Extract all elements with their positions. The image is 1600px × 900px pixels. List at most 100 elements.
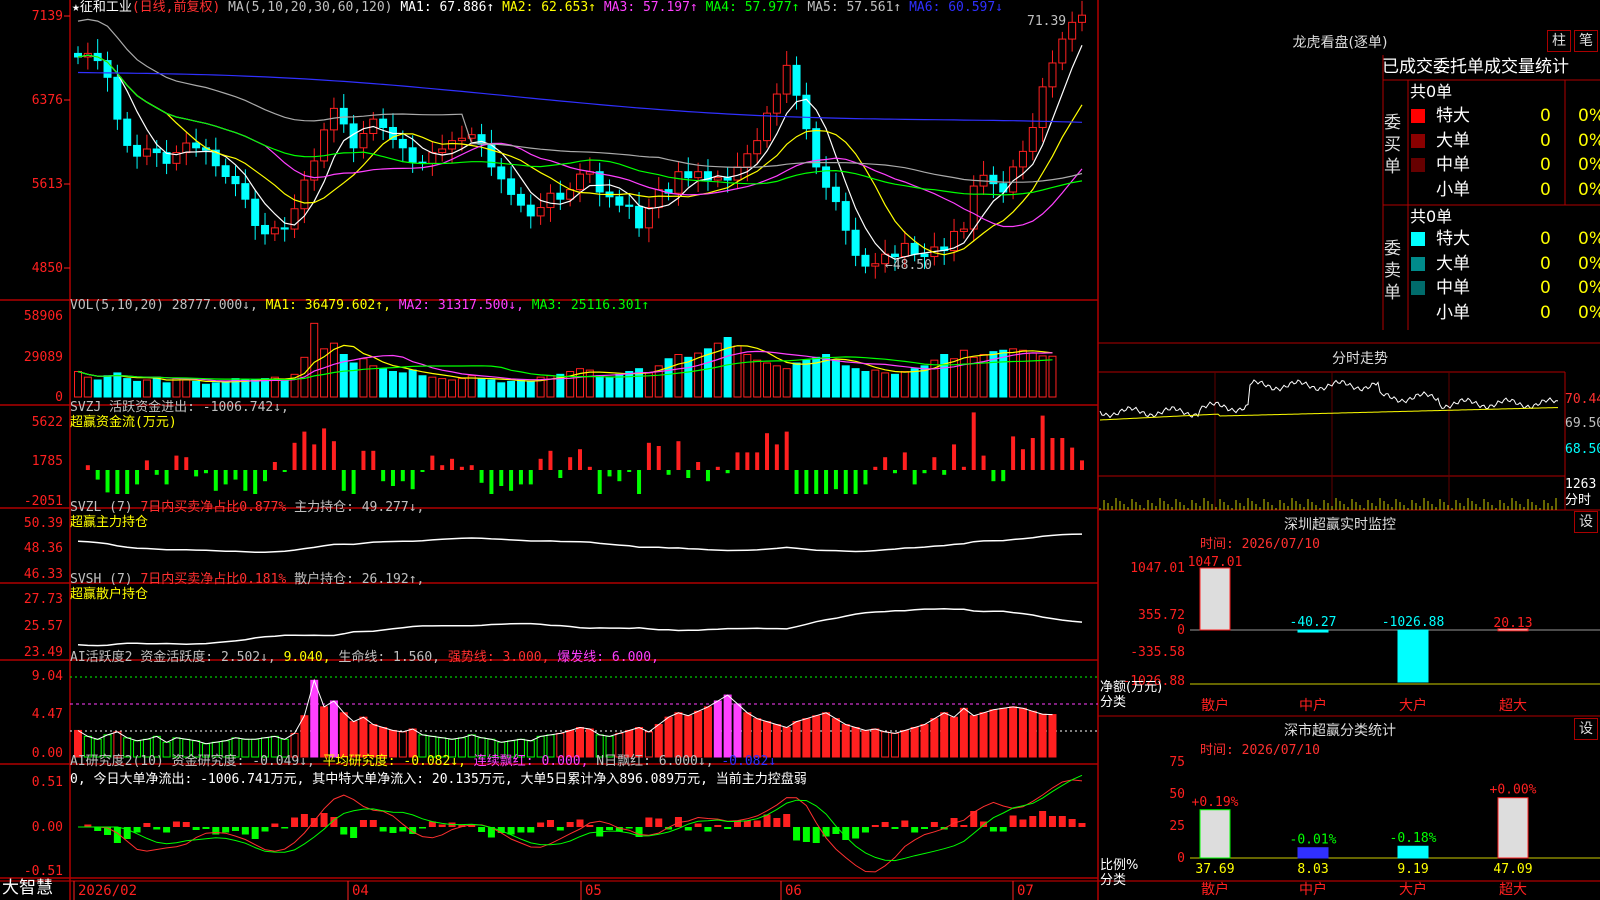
candle-body-38 xyxy=(448,140,457,150)
dragon-title: 龙虎看盘(逐单) xyxy=(1292,35,1388,51)
flow-bar-27 xyxy=(341,470,346,491)
vol-bar-79 xyxy=(851,368,860,398)
ai1-bar-34 xyxy=(408,728,417,758)
ma-legend-item-1: MA1: 67.886↑ xyxy=(392,0,495,15)
flow-bar-66 xyxy=(725,470,730,474)
svzl-prefix: SVZL (7) xyxy=(70,500,133,515)
vol-bar-72 xyxy=(782,368,791,398)
monitor-cat-1: 中户 xyxy=(1299,697,1327,714)
flow-bar-60 xyxy=(666,470,671,475)
class-tick-3: 0 xyxy=(1177,851,1185,866)
buy-row-value-2: 0 xyxy=(1540,155,1551,175)
vol-bar-14 xyxy=(211,382,220,398)
candle-body-67 xyxy=(733,166,742,181)
class-chg-1: -0.01% xyxy=(1290,833,1337,848)
ai2-legend: AI研究度2(10) 资金研究度: -0.049↓, 平均研究度: -0.082… xyxy=(70,754,776,769)
ai2-bar-41 xyxy=(478,827,486,832)
ai2-bar-48 xyxy=(546,820,554,827)
flow-bar-58 xyxy=(646,442,651,470)
sell-row-swatch-2 xyxy=(1411,281,1425,295)
ai2-bar-51 xyxy=(576,819,584,827)
candle-body-48 xyxy=(546,192,555,209)
vol-bar-60 xyxy=(664,358,673,398)
candle-body-72 xyxy=(782,64,791,95)
vol-bar-39 xyxy=(457,378,466,398)
svsh-tick-2: 23.49 xyxy=(24,645,63,660)
vol-bar-36 xyxy=(428,376,437,398)
flow-bar-62 xyxy=(686,470,691,478)
flow-bar-35 xyxy=(420,470,425,472)
class-tick-0: 75 xyxy=(1169,755,1185,770)
flow-bar-52 xyxy=(587,466,592,470)
ai2-bar-86 xyxy=(921,827,929,829)
ai2-bar-85 xyxy=(911,827,919,833)
ai2-bar-96 xyxy=(1019,819,1027,827)
stock-mode[interactable]: (日线,前复权) xyxy=(132,0,220,15)
candle-body-99 xyxy=(1048,62,1057,88)
ai2-bar-31 xyxy=(379,827,387,832)
monitor-bar-label-1: -40.27 xyxy=(1290,615,1337,630)
ai2-bar-59 xyxy=(655,818,663,827)
vol-bar-77 xyxy=(831,359,840,398)
sell-row-pct-2: 0% xyxy=(1578,278,1600,298)
ai2-bar-65 xyxy=(714,825,722,827)
bar-mode-button[interactable]: 柱 xyxy=(1547,30,1571,52)
svzl-tick-2: 46.33 xyxy=(24,567,63,582)
candle-body-6 xyxy=(133,144,142,157)
candle-body-34 xyxy=(408,147,417,163)
candle-body-78 xyxy=(841,201,850,231)
class-settings-button[interactable]: 设 xyxy=(1574,718,1598,740)
candle-body-68 xyxy=(743,153,752,168)
ai1-bar-62 xyxy=(684,715,693,758)
svzj-subtitle: 超赢资金流(万元) xyxy=(70,415,177,430)
flow-bar-45 xyxy=(518,470,523,485)
ai2-bar-7 xyxy=(143,823,151,827)
flow-bar-38 xyxy=(450,458,455,470)
svzl-subtitle: 超赢主力持仓 xyxy=(70,515,149,530)
vol-bar-21 xyxy=(280,379,289,398)
ai2-bar-33 xyxy=(399,827,407,832)
vol-bar-44 xyxy=(507,380,516,398)
monitor-unit-value: 净额(万元) xyxy=(1100,680,1163,695)
ai1-bar-28 xyxy=(349,721,358,758)
ai2-bar-73 xyxy=(793,827,801,841)
intraday-vol-value: 1263 xyxy=(1565,477,1597,492)
ma120-line xyxy=(77,71,1083,123)
monitor-settings-button[interactable]: 设 xyxy=(1574,511,1598,533)
vol-bar-7 xyxy=(142,379,151,398)
volume-legend: VOL(5,10,20) 28777.000↓, MA1: 36479.602↑… xyxy=(70,298,649,313)
stock-name[interactable]: ★征和工业 xyxy=(72,0,132,15)
flow-bar-47 xyxy=(538,458,543,470)
class-cat-3: 超大 xyxy=(1499,882,1527,898)
candle-body-56 xyxy=(625,204,634,207)
candle-body-93 xyxy=(989,174,998,185)
svsh-tick-0: 27.73 xyxy=(24,592,63,607)
sell-row-value-1: 0 xyxy=(1540,253,1551,274)
ai1-legend-item-3: 强势线: 3.000, xyxy=(440,650,550,665)
flow-bar-87 xyxy=(932,457,937,470)
price-tick-0: 7139 xyxy=(32,9,63,24)
ai1-bar-51 xyxy=(576,727,584,758)
flow-bar-48 xyxy=(548,450,553,470)
vol-bar-0 xyxy=(74,371,82,398)
ai2-bar-81 xyxy=(871,825,879,827)
svsh-line xyxy=(77,607,1083,647)
flow-bar-41 xyxy=(479,470,484,483)
ai1-bar-71 xyxy=(772,724,781,758)
vol-bar-12 xyxy=(192,380,201,398)
ai2-bar-50 xyxy=(566,822,574,827)
ai1-bar-23 xyxy=(300,715,309,758)
vol-bar-81 xyxy=(871,369,880,398)
candle-body-15 xyxy=(221,165,230,177)
tick-mode-button[interactable]: 笔 xyxy=(1574,30,1598,52)
class-unit: 比例% 分类 xyxy=(1100,858,1138,888)
monitor-unit: 净额(万元) 分类 xyxy=(1100,680,1162,710)
buy-orders-label: 委买单 xyxy=(1384,113,1401,177)
sell-row-name-2: 中单 xyxy=(1436,278,1470,298)
buy-row-value-0: 0 xyxy=(1540,106,1551,126)
flow-bar-50 xyxy=(568,457,573,470)
vol-bar-28 xyxy=(349,362,358,398)
intraday-axis-high: 70.44 xyxy=(1565,392,1600,407)
ai2-bar-71 xyxy=(773,818,781,827)
stats-tabs[interactable]: 已成交委托单成交量统计 xyxy=(1382,56,1569,78)
